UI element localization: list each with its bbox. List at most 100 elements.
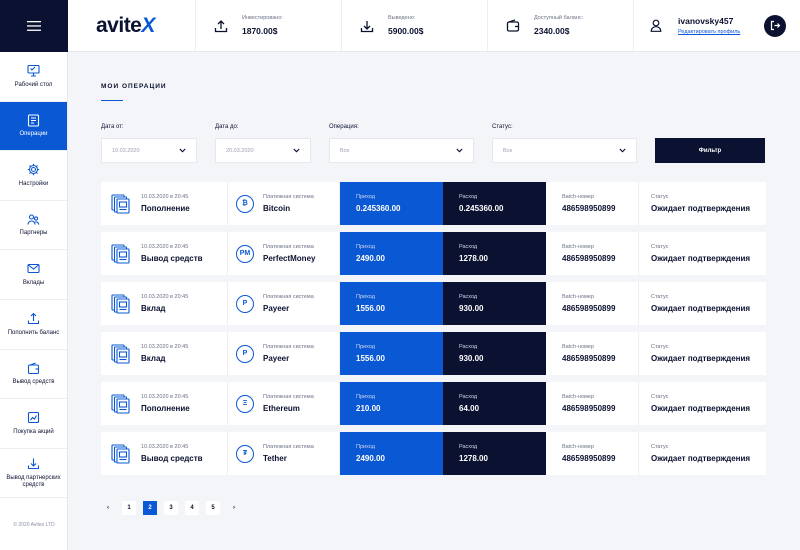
batch-cell: Batch-номер 486598950899 (546, 332, 639, 375)
page-button-3[interactable]: 3 (164, 501, 178, 515)
sidebar-item-1[interactable]: Рабочий стол (0, 52, 67, 102)
stock-icon (27, 411, 41, 425)
batch-label: Batch-номер (562, 394, 594, 400)
batch-value: 486598950899 (562, 354, 616, 363)
edit-profile-link[interactable]: Редактировать профиль (678, 29, 740, 35)
payment-system-label: Платежная система (263, 394, 314, 400)
table-row[interactable]: 10.03.2020 в 20:45 Вклад P Платежная систем… (101, 332, 766, 375)
page-button-1[interactable]: 1 (122, 501, 136, 515)
prev-page-button[interactable]: ‹ (101, 501, 115, 515)
document-icon (111, 343, 131, 364)
status-value: Ожидает подтверждения (651, 254, 751, 263)
next-page-button[interactable]: › (227, 501, 241, 515)
sidebar-item-label: Рабочий стол (14, 81, 53, 88)
stat-value: 5900.00$ (388, 26, 424, 36)
sidebar-item-3[interactable]: Настройки (0, 151, 67, 201)
logout-icon (770, 20, 780, 31)
expense-label: Расход (459, 394, 478, 400)
coin-glyph: ₿ (242, 200, 248, 207)
operation-type: Вклад (141, 354, 166, 363)
income-label: Приход (356, 344, 375, 350)
payment-system-cell: P Платежная система Payeer (228, 332, 340, 375)
expense-cell: Расход 930.00 (443, 332, 546, 375)
coin-glyph: P (242, 350, 248, 357)
hamburger-icon (27, 21, 41, 31)
operation-type: Вывод средств (141, 454, 203, 463)
table-row[interactable]: 10.03.2020 в 20:45 Вывод средств PM Платежн… (101, 232, 766, 275)
logo[interactable]: avite X (68, 0, 196, 51)
filter-button[interactable]: Фильтр (655, 138, 765, 163)
logout-button[interactable] (764, 14, 786, 37)
batch-value: 486598950899 (562, 404, 616, 413)
operation-cell: 10.03.2020 в 20:45 Вклад (101, 332, 228, 375)
sidebar-item-7[interactable]: Вывод средств (0, 350, 67, 400)
status-value: Ожидает подтверждения (651, 204, 751, 213)
expense-value: 0.245360.00 (459, 204, 504, 213)
stat-label: Выведено: (388, 15, 416, 21)
expense-value: 1278.00 (459, 454, 488, 463)
status-label: Статус: (492, 124, 513, 130)
status-select[interactable]: Все (492, 138, 637, 163)
operation-cell: 10.03.2020 в 20:45 Вывод средств (101, 232, 228, 275)
page-button-2[interactable]: 2 (143, 501, 157, 515)
status-value: Ожидает подтверждения (651, 354, 751, 363)
operation-type: Вывод средств (141, 254, 203, 263)
stat-label: Инвестировано: (242, 15, 283, 21)
expense-label: Расход (459, 344, 478, 350)
payment-system-label: Платежная система (263, 294, 314, 300)
date-from-value: 10.03.2020 (112, 147, 140, 154)
expense-value: 1278.00 (459, 254, 488, 263)
wallet-icon (27, 361, 41, 375)
batch-cell: Batch-номер 486598950899 (546, 232, 639, 275)
expense-label: Расход (459, 294, 478, 300)
operation-select[interactable]: Все (329, 138, 474, 163)
coin-glyph: ₮ (242, 450, 248, 457)
table-row[interactable]: 10.03.2020 в 20:45 Пополнение Ξ Платежная с… (101, 382, 766, 425)
sidebar-item-2[interactable]: Операции (0, 101, 67, 152)
mail-icon (27, 262, 41, 276)
operation-date: 10.03.2020 в 20:45 (141, 294, 189, 300)
sidebar-item-label: Партнеры (19, 230, 48, 237)
sidebar-item-4[interactable]: Партнеры (0, 201, 67, 251)
coin-glyph: PM (239, 250, 251, 257)
sidebar-item-9[interactable]: Вывод партнерских средств (0, 449, 67, 499)
page-button-4[interactable]: 4 (185, 501, 199, 515)
expense-value: 930.00 (459, 304, 484, 313)
batch-label: Batch-номер (562, 194, 594, 200)
income-label: Приход (356, 244, 375, 250)
menu-button[interactable] (0, 0, 68, 52)
page-button-5[interactable]: 5 (206, 501, 220, 515)
chevron-down-icon (456, 148, 463, 153)
table-row[interactable]: 10.03.2020 в 20:45 Вывод средств ₮ Платежна… (101, 432, 766, 475)
operation-cell: 10.03.2020 в 20:45 Вывод средств (101, 432, 228, 475)
status-value: Ожидает подтверждения (651, 404, 751, 413)
batch-value: 486598950899 (562, 304, 616, 313)
operation-date: 10.03.2020 в 20:45 (141, 194, 189, 200)
sidebar-item-6[interactable]: Пополнить баланс (0, 300, 67, 350)
operation-type: Вклад (141, 304, 166, 313)
date-from-select[interactable]: 10.03.2020 (101, 138, 197, 163)
batch-label: Batch-номер (562, 344, 594, 350)
table-row[interactable]: 10.03.2020 в 20:45 Пополнение ₿ Платежная с… (101, 182, 766, 225)
chevron-down-icon (619, 148, 626, 153)
document-icon (111, 243, 131, 264)
table-row[interactable]: 10.03.2020 в 20:45 Вклад P Платежная систем… (101, 282, 766, 325)
status-label: Статус (651, 444, 669, 450)
batch-cell: Batch-номер 486598950899 (546, 182, 639, 225)
chevron-down-icon (293, 148, 300, 153)
desktop-icon (27, 64, 41, 78)
income-cell: Приход 1556.00 (340, 332, 443, 375)
batch-label: Batch-номер (562, 244, 594, 250)
expense-cell: Расход 930.00 (443, 282, 546, 325)
download-icon (358, 17, 376, 35)
operation-date: 10.03.2020 в 20:45 (141, 244, 189, 250)
date-to-select[interactable]: 20.03.2020 (215, 138, 311, 163)
expense-cell: Расход 1278.00 (443, 432, 546, 475)
page-title: МОИ ОПЕРАЦИИ (101, 83, 167, 90)
sidebar-item-8[interactable]: Покупка акций (0, 399, 67, 449)
stat-value: 1870.00$ (242, 26, 278, 36)
sidebar-item-5[interactable]: Вклады (0, 250, 67, 300)
status-label: Статус (651, 294, 669, 300)
payment-system-name: Payeer (263, 354, 290, 363)
batch-cell: Batch-номер 486598950899 (546, 382, 639, 425)
